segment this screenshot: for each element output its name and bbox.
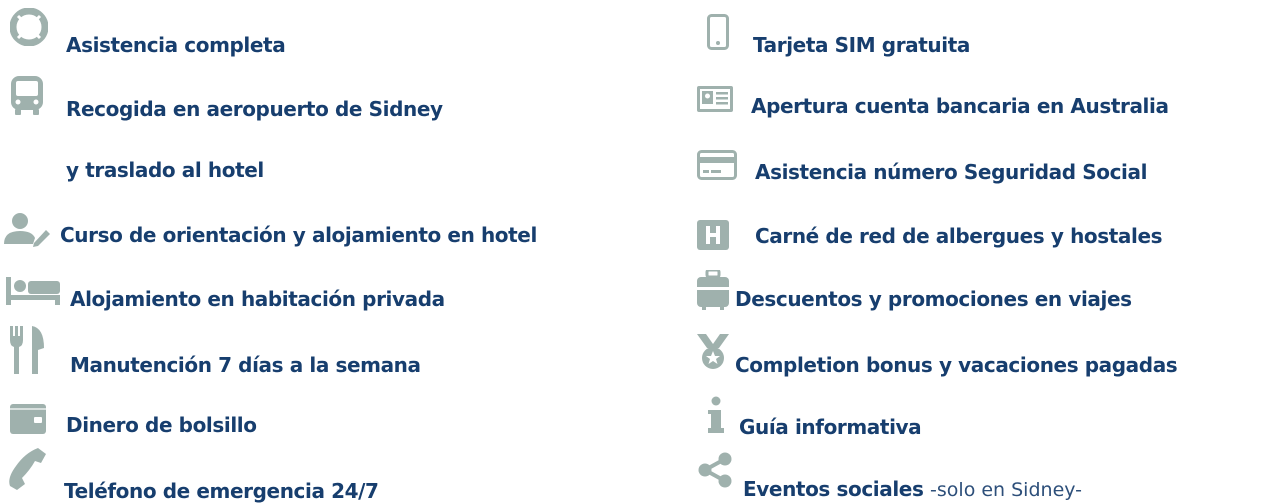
utensils-icon (10, 326, 46, 374)
feature-recogida-aeropuerto: Recogida en aeropuerto de Sidney (0, 74, 520, 122)
feature-cuenta-bancaria: Apertura cuenta bancaria en Australia (695, 86, 1262, 134)
feature-label: Teléfono de emergencia 24/7 (64, 479, 379, 503)
feature-label: Recogida en aeropuerto de Sidney (66, 97, 443, 121)
feature-label: Asistencia completa (66, 33, 286, 57)
feature-label: Guía informativa (739, 415, 922, 439)
feature-label: y traslado al hotel (66, 158, 264, 182)
feature-label: Eventos sociales -solo en Sidney- (743, 476, 1082, 503)
credit-card-icon (697, 150, 737, 180)
medal-icon (697, 334, 729, 370)
feature-guia-informativa: Guía informativa (695, 396, 1015, 444)
feature-eventos-sociales: Eventos sociales -solo en Sidney- (695, 452, 1255, 502)
feature-telefono-emergencia: Teléfono de emergencia 24/7 (0, 446, 440, 503)
feature-curso-orientacion: Curso de orientación y alojamiento en ho… (0, 212, 620, 260)
info-icon (707, 396, 725, 436)
feature-label: Manutención 7 días a la semana (70, 353, 421, 377)
feature-completion-bonus: Completion bonus y vacaciones pagadas (695, 334, 1262, 382)
suitcase-icon (697, 270, 729, 310)
lifebuoy-icon (10, 8, 48, 46)
id-card-icon (697, 86, 733, 112)
feature-label: Apertura cuenta bancaria en Australia (751, 94, 1169, 118)
feature-dinero-bolsillo: Dinero de bolsillo (0, 402, 300, 450)
share-icon (697, 452, 733, 488)
feature-traslado-hotel: y traslado al hotel (0, 152, 330, 200)
feature-label: Tarjeta SIM gratuita (753, 33, 970, 57)
eventos-sociales-title: Eventos sociales (743, 477, 924, 501)
feature-label: Alojamiento en habitación privada (70, 287, 445, 311)
feature-label: Asistencia número Seguridad Social (755, 160, 1148, 184)
wallet-icon (10, 404, 46, 434)
feature-alojamiento: Alojamiento en habitación privada (0, 272, 520, 320)
feature-label: Descuentos y promociones en viajes (735, 287, 1132, 311)
feature-descuentos-viajes: Descuentos y promociones en viajes (695, 270, 1255, 318)
feature-label: Carné de red de albergues y hostales (755, 224, 1163, 248)
feature-asistencia-completa: Asistencia completa (0, 8, 400, 57)
feature-albergues: Carné de red de albergues y hostales (695, 220, 1255, 268)
hostel-h-icon (697, 220, 729, 250)
user-edit-icon (2, 212, 50, 248)
feature-tarjeta-sim: Tarjeta SIM gratuita (695, 14, 1015, 62)
bed-icon (6, 277, 60, 305)
feature-label: Curso de orientación y alojamiento en ho… (60, 223, 537, 247)
eventos-sociales-note: -solo en Sidney- (930, 479, 1083, 501)
mobile-phone-icon (707, 14, 729, 50)
feature-manutencion: Manutención 7 días a la semana (0, 326, 500, 377)
bus-icon (8, 74, 46, 116)
feature-label: Completion bonus y vacaciones pagadas (735, 353, 1178, 377)
feature-seguridad-social: Asistencia número Seguridad Social (695, 150, 1255, 198)
phone-icon (8, 446, 48, 490)
feature-label: Dinero de bolsillo (66, 413, 257, 437)
